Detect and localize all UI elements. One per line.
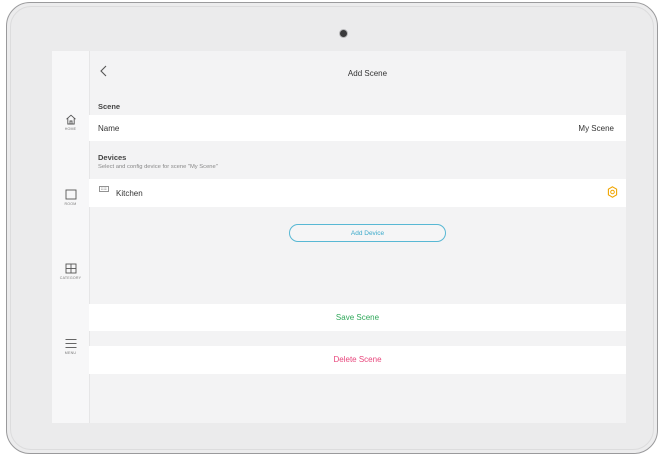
delete-scene-button[interactable]: Delete Scene	[89, 346, 626, 374]
tablet-frame: HOME ROOM CATEGORY MENU Add Scene Scene …	[6, 2, 658, 454]
nav-item-room[interactable]: ROOM	[52, 189, 89, 206]
settings-gear-icon[interactable]	[607, 186, 618, 198]
nav-label-menu: MENU	[64, 351, 77, 355]
header-bar: Add Scene	[89, 51, 626, 95]
add-device-button[interactable]: Add Device	[289, 224, 446, 242]
nav-item-menu[interactable]: MENU	[52, 338, 89, 355]
devices-section-label: Devices	[98, 153, 127, 162]
device-row[interactable]: Kitchen	[89, 179, 626, 207]
save-scene-button[interactable]: Save Scene	[89, 304, 626, 331]
scene-name-row[interactable]: Name My Scene	[89, 115, 626, 141]
nav-item-category[interactable]: CATEGORY	[52, 263, 89, 280]
room-icon	[65, 189, 76, 200]
nav-item-home[interactable]: HOME	[52, 114, 89, 131]
device-name: Kitchen	[116, 189, 143, 198]
nav-label-room: ROOM	[64, 202, 77, 206]
devices-subtitle: Select and config device for scene "My S…	[98, 164, 218, 170]
scene-name-value[interactable]: My Scene	[578, 124, 614, 133]
scene-name-label: Name	[98, 124, 120, 133]
home-icon	[65, 114, 76, 125]
category-icon	[65, 263, 76, 274]
page-title: Add Scene	[347, 69, 388, 78]
scene-section-label: Scene	[98, 102, 121, 111]
app-screen: HOME ROOM CATEGORY MENU Add Scene Scene …	[52, 51, 626, 423]
main-panel: Add Scene Scene Name My Scene Devices Se…	[89, 51, 626, 423]
sidebar: HOME ROOM CATEGORY MENU	[52, 51, 90, 423]
nav-label-home: HOME	[64, 127, 77, 131]
nav-label-category: CATEGORY	[59, 276, 82, 280]
keyboard-icon	[99, 186, 109, 192]
front-camera	[340, 30, 347, 37]
menu-icon	[65, 339, 76, 348]
